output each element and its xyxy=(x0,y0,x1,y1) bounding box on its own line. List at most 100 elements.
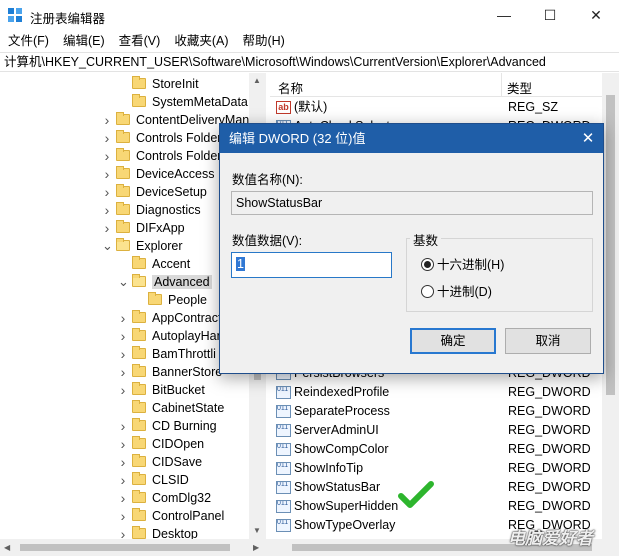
tree-node-label: Advanced xyxy=(152,275,212,289)
value-name: ShowStatusBar xyxy=(294,480,381,494)
tree-node[interactable]: › ControlPanel xyxy=(121,507,224,525)
hex-radio-button[interactable] xyxy=(421,258,434,271)
dec-radio-option[interactable]: 十进制(D) xyxy=(421,284,492,300)
collapse-chevron-icon[interactable]: ⌄ xyxy=(118,273,129,291)
tree-node[interactable]: ⌄ Advanced xyxy=(118,273,212,291)
dec-radio-button[interactable] xyxy=(421,285,434,298)
value-row[interactable]: ab (默认) REG_SZ xyxy=(270,98,602,117)
value-type: REG_DWORD xyxy=(508,499,591,513)
tree-node-label: DeviceSetup xyxy=(136,185,207,199)
expand-chevron-icon[interactable]: › xyxy=(118,417,128,435)
address-bar[interactable]: 计算机\HKEY_CURRENT_USER\Software\Microsoft… xyxy=(0,52,619,72)
expand-chevron-icon[interactable]: › xyxy=(118,507,128,525)
maximize-button[interactable]: ☐ xyxy=(527,0,573,31)
expand-chevron-icon[interactable]: › xyxy=(118,525,128,539)
folder-icon xyxy=(116,220,130,233)
tree-node[interactable]: › CD Burning xyxy=(121,417,217,435)
collapse-chevron-icon[interactable]: ⌄ xyxy=(102,237,113,255)
tree-node[interactable]: › CLSID xyxy=(121,471,189,489)
tree-node[interactable]: › ComDlg32 xyxy=(121,489,211,507)
expand-chevron-icon[interactable]: › xyxy=(118,471,128,489)
minimize-button[interactable]: — xyxy=(481,0,527,31)
folder-icon xyxy=(132,364,146,377)
value-row[interactable]: 011 110ReindexedProfile REG_DWORD xyxy=(270,383,602,402)
cancel-button[interactable]: 取消 xyxy=(505,328,591,354)
menu-edit[interactable]: 编辑(E) xyxy=(63,31,105,51)
tree-hscroll-thumb[interactable] xyxy=(20,544,230,551)
tree-node[interactable]: › Controls Folder xyxy=(105,129,221,147)
tree-scroll-down-icon[interactable]: ▼ xyxy=(253,526,261,535)
value-name-field[interactable]: ShowStatusBar xyxy=(231,191,593,215)
folder-icon xyxy=(132,400,146,413)
menu-favorites[interactable]: 收藏夹(A) xyxy=(174,31,228,51)
expand-chevron-icon[interactable]: › xyxy=(102,183,112,201)
dialog-close-icon[interactable]: ✕ xyxy=(573,124,603,153)
tree-node[interactable]: › Controls Folder xyxy=(105,147,221,165)
folder-icon xyxy=(116,130,130,143)
tree-node[interactable]: CabinetState xyxy=(132,399,224,417)
menu-help[interactable]: 帮助(H) xyxy=(242,31,284,51)
list-scroll-thumb[interactable] xyxy=(606,95,615,395)
folder-icon xyxy=(132,310,146,323)
close-window-button[interactable]: ✕ xyxy=(573,0,619,31)
tree-node[interactable]: › Diagnostics xyxy=(105,201,201,219)
tree-node[interactable]: › BannerStore xyxy=(121,363,222,381)
column-header-type[interactable]: 类型 xyxy=(507,78,532,97)
expand-chevron-icon[interactable]: › xyxy=(102,129,112,147)
expand-chevron-icon[interactable]: › xyxy=(102,219,112,237)
tree-node-label: CIDSave xyxy=(152,455,203,469)
folder-icon xyxy=(132,508,146,521)
expand-chevron-icon[interactable]: › xyxy=(118,453,128,471)
expand-chevron-icon[interactable]: › xyxy=(118,489,128,507)
tree-scroll-up-icon[interactable]: ▲ xyxy=(253,76,261,85)
value-name: ShowSuperHidden xyxy=(294,499,399,513)
hex-radio-label: 十六进制(H) xyxy=(437,258,505,272)
tree-node-label: DeviceAccess xyxy=(136,167,215,181)
tree-node[interactable]: › CIDSave xyxy=(121,453,203,471)
expand-chevron-icon[interactable]: › xyxy=(102,165,112,183)
tree-node[interactable]: StoreInit xyxy=(132,75,199,93)
hex-radio-option[interactable]: 十六进制(H) xyxy=(421,257,504,273)
tree-node[interactable]: › Desktop xyxy=(121,525,198,539)
tree-node[interactable]: › CIDOpen xyxy=(121,435,204,453)
expand-chevron-icon[interactable]: › xyxy=(102,111,112,129)
value-data-input[interactable]: 1 xyxy=(231,252,392,278)
tree-node[interactable]: › AutoplayHan xyxy=(121,327,224,345)
tree-node[interactable]: › DeviceSetup xyxy=(105,183,207,201)
menu-view[interactable]: 查看(V) xyxy=(119,31,161,51)
tree-node-label: People xyxy=(168,293,207,307)
expand-chevron-icon[interactable]: › xyxy=(118,381,128,399)
value-name: (默认) xyxy=(294,100,328,114)
expand-chevron-icon[interactable]: › xyxy=(118,345,128,363)
column-divider[interactable] xyxy=(501,73,502,97)
dialog-title: 编辑 DWORD (32 位)值 xyxy=(220,124,603,153)
list-header: 名称 类型 xyxy=(270,73,602,97)
expand-chevron-icon[interactable]: › xyxy=(102,147,112,165)
value-row[interactable]: 011 110ShowInfoTip REG_DWORD xyxy=(270,459,602,478)
expand-chevron-icon[interactable]: › xyxy=(118,309,128,327)
folder-icon xyxy=(132,274,146,287)
tree-node[interactable]: › BitBucket xyxy=(121,381,205,399)
column-header-name[interactable]: 名称 xyxy=(278,78,303,97)
tree-node[interactable]: SystemMetaData xyxy=(132,93,248,111)
menu-file[interactable]: 文件(F) xyxy=(8,31,49,51)
tree-node[interactable]: ⌄ Explorer xyxy=(102,237,183,255)
ok-button[interactable]: 确定 xyxy=(410,328,496,354)
tree-node[interactable]: › DIFxApp xyxy=(105,219,185,237)
tree-node[interactable]: Accent xyxy=(132,255,190,273)
scroll-right-icon[interactable]: ▶ xyxy=(253,543,259,552)
value-row[interactable]: 011 110ServerAdminUI REG_DWORD xyxy=(270,421,602,440)
expand-chevron-icon[interactable]: › xyxy=(118,363,128,381)
value-row[interactable]: 011 110ShowStatusBar REG_DWORD xyxy=(270,478,602,497)
tree-node[interactable]: People xyxy=(148,291,207,309)
value-row[interactable]: 011 110ShowSuperHidden REG_DWORD xyxy=(270,497,602,516)
value-row[interactable]: 011 110SeparateProcess REG_DWORD xyxy=(270,402,602,421)
value-row[interactable]: 011 110ShowCompColor REG_DWORD xyxy=(270,440,602,459)
tree-node[interactable]: › AppContract xyxy=(121,309,221,327)
expand-chevron-icon[interactable]: › xyxy=(102,201,112,219)
tree-node[interactable]: › DeviceAccess xyxy=(105,165,215,183)
expand-chevron-icon[interactable]: › xyxy=(118,327,128,345)
expand-chevron-icon[interactable]: › xyxy=(118,435,128,453)
tree-node[interactable]: › BamThrottli xyxy=(121,345,216,363)
scroll-left-icon[interactable]: ◀ xyxy=(4,543,10,552)
